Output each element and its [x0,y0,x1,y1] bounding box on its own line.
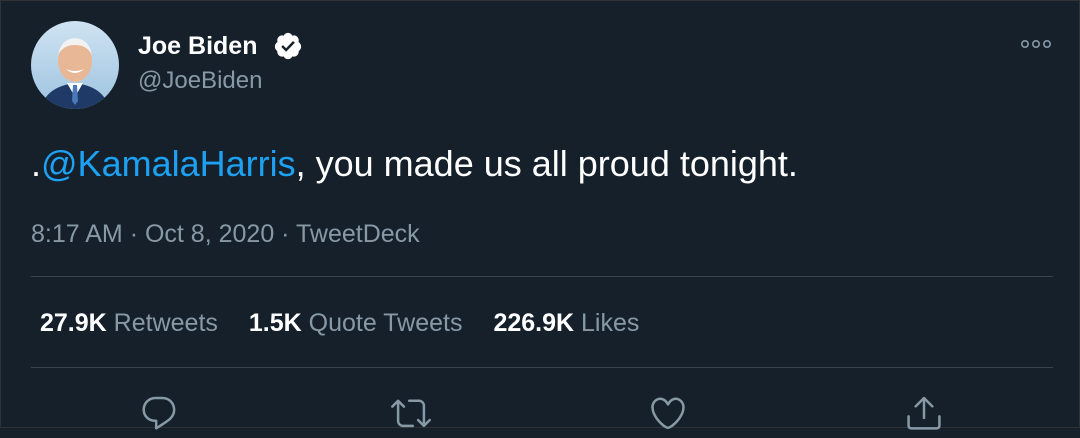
retweets-stat[interactable]: 27.9K Retweets [40,308,218,338]
author-name[interactable]: Joe Biden [138,31,257,61]
likes-stat[interactable]: 226.9K Likes [493,308,639,338]
divider [31,367,1053,368]
tweet-source[interactable]: TweetDeck [296,220,420,248]
likes-count: 226.9K [493,309,575,337]
reply-icon[interactable] [139,393,179,433]
meta-separator: · [281,220,290,248]
share-icon[interactable] [904,393,944,433]
tweet-time[interactable]: 8:17 AM [31,220,123,248]
tweet-card: Joe Biden @JoeBiden .@KamalaHarris, you … [0,0,1080,430]
quote-tweets-label: Quote Tweets [308,309,463,337]
likes-label: Likes [581,309,640,337]
quote-tweets-count: 1.5K [248,309,302,337]
meta-separator: · [129,220,139,248]
retweets-label: Retweets [113,309,218,337]
heart-icon[interactable] [648,393,688,433]
author-handle[interactable]: @JoeBiden [138,67,262,95]
tweet-text: .@KamalaHarris, you made us all proud to… [31,141,798,187]
tweet-stats: 27.9K Retweets 1.5K Quote Tweets 226.9K Li… [40,308,670,338]
tweet-meta: 8:17 AM · Oct 8, 2020 · TweetDeck [31,219,420,249]
more-options-icon[interactable] [1016,31,1056,57]
tweet-body: , you made us all proud tonight. [295,143,798,184]
verified-badge-icon [274,32,302,60]
retweets-count: 27.9K [40,309,107,337]
avatar[interactable] [31,21,119,109]
mention-link[interactable]: @KamalaHarris [41,143,296,184]
tweet-date[interactable]: Oct 8, 2020 [145,220,274,248]
tweet-prefix: . [31,143,42,184]
divider [31,276,1053,277]
quote-tweets-stat[interactable]: 1.5K Quote Tweets [249,308,463,338]
retweet-icon[interactable] [391,393,431,433]
